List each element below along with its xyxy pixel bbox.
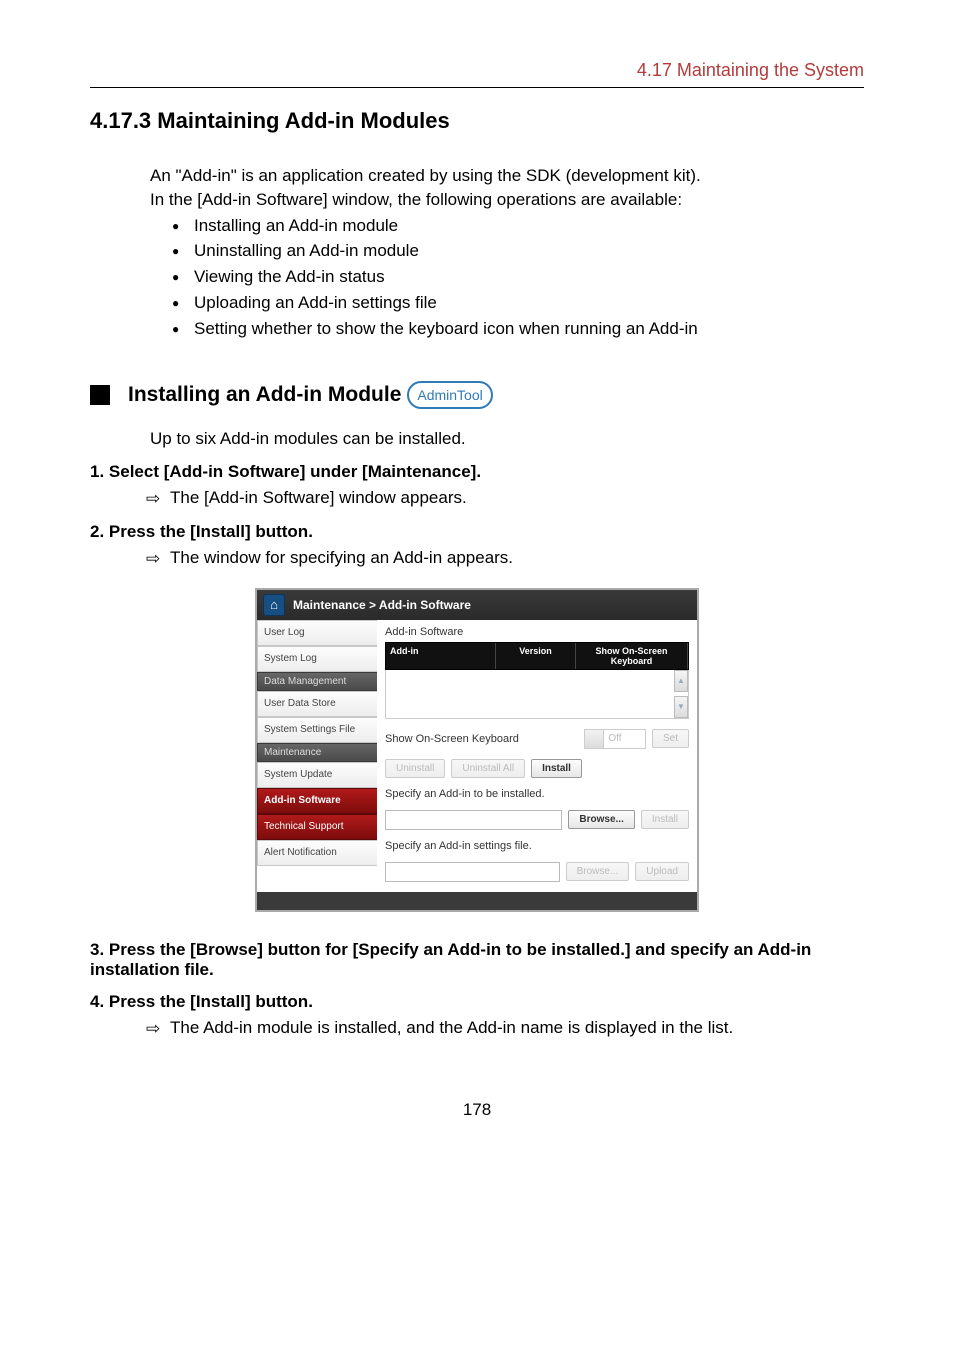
- square-bullet-icon: [90, 385, 110, 405]
- window-footer: [257, 892, 697, 910]
- sidebar: User Log System Log Data Management User…: [257, 620, 377, 892]
- uninstall-button[interactable]: Uninstall: [385, 759, 445, 778]
- bullet-item: Uninstalling an Add-in module: [194, 239, 864, 263]
- pre-steps-text: Up to six Add-in modules can be installe…: [150, 427, 864, 451]
- main-panel: Add-in Software Add-in Version Show On-S…: [377, 620, 697, 892]
- uninstall-all-button[interactable]: Uninstall All: [451, 759, 525, 778]
- sidebar-item-addin-software[interactable]: Add-in Software: [257, 788, 377, 814]
- col-show-keyboard: Show On-Screen Keyboard: [576, 643, 688, 669]
- show-keyboard-state[interactable]: Off: [584, 729, 646, 749]
- sidebar-item-system-update[interactable]: System Update: [257, 762, 377, 788]
- intro-line1: An "Add-in" is an application created by…: [150, 164, 864, 188]
- step-1-title: 1. Select [Add-in Software] under [Maint…: [90, 462, 864, 482]
- step-3-title: 3. Press the [Browse] button for [Specif…: [90, 940, 864, 980]
- sidebar-item-user-log[interactable]: User Log: [257, 620, 377, 646]
- col-addin: Add-in: [386, 643, 496, 669]
- subheading-text: Installing an Add-in Module: [128, 383, 401, 407]
- browse-settings-button[interactable]: Browse...: [566, 862, 630, 881]
- browse-install-button[interactable]: Browse...: [568, 810, 634, 829]
- col-version: Version: [496, 643, 576, 669]
- show-keyboard-label: Show On-Screen Keyboard: [385, 733, 578, 745]
- window-breadcrumb: Maintenance > Add-in Software: [293, 598, 471, 612]
- sidebar-heading-maintenance: Maintenance: [257, 743, 377, 762]
- scroll-up-icon[interactable]: ▲: [674, 670, 688, 692]
- sidebar-item-technical-support[interactable]: Technical Support: [257, 814, 377, 840]
- step-1-result: The [Add-in Software] window appears.: [170, 486, 864, 510]
- set-button[interactable]: Set: [652, 729, 689, 748]
- step-4-title: 4. Press the [Install] button.: [90, 992, 864, 1012]
- step-4-result: The Add-in module is installed, and the …: [170, 1016, 864, 1040]
- subheading-row: Installing an Add-in Module AdminTool: [90, 381, 864, 409]
- bullet-item: Setting whether to show the keyboard ico…: [194, 317, 864, 341]
- install-button[interactable]: Install: [531, 759, 582, 778]
- admintool-tag: AdminTool: [407, 381, 492, 409]
- sidebar-heading-data-management: Data Management: [257, 672, 377, 691]
- bullet-item: Installing an Add-in module: [194, 214, 864, 238]
- step-2-title: 2. Press the [Install] button.: [90, 522, 864, 542]
- sidebar-item-user-data-store[interactable]: User Data Store: [257, 691, 377, 717]
- table-scrollbar[interactable]: ▲ ▼: [674, 670, 688, 718]
- upload-button[interactable]: Upload: [635, 862, 689, 881]
- sidebar-item-system-settings-file[interactable]: System Settings File: [257, 717, 377, 743]
- window-breadcrumb-bar: ⌂ Maintenance > Add-in Software: [257, 590, 697, 620]
- specify-settings-label: Specify an Add-in settings file.: [385, 840, 689, 852]
- page-title: 4.17.3 Maintaining Add-in Modules: [90, 108, 864, 134]
- step-2-result: The window for specifying an Add-in appe…: [170, 546, 864, 570]
- bullet-item: Uploading an Add-in settings file: [194, 291, 864, 315]
- top-rule: [90, 87, 864, 88]
- scroll-down-icon[interactable]: ▼: [674, 696, 688, 718]
- install-file-button[interactable]: Install: [641, 810, 689, 829]
- bullet-item: Viewing the Add-in status: [194, 265, 864, 289]
- addin-table-header: Add-in Version Show On-Screen Keyboard: [385, 642, 689, 670]
- intro-bullets: Installing an Add-in module Uninstalling…: [150, 214, 864, 341]
- addin-software-window: ⌂ Maintenance > Add-in Software User Log…: [255, 588, 699, 912]
- specify-install-label: Specify an Add-in to be installed.: [385, 788, 689, 800]
- sidebar-item-system-log[interactable]: System Log: [257, 646, 377, 672]
- panel-title: Add-in Software: [385, 626, 689, 638]
- intro-line2: In the [Add-in Software] window, the fol…: [150, 188, 864, 212]
- page-number: 178: [90, 1100, 864, 1120]
- settings-path-input[interactable]: [385, 862, 560, 882]
- home-icon[interactable]: ⌂: [263, 594, 285, 616]
- section-crumb: 4.17 Maintaining the System: [90, 60, 864, 81]
- sidebar-item-alert-notification[interactable]: Alert Notification: [257, 840, 377, 866]
- addin-table-body: ▲ ▼: [385, 670, 689, 719]
- install-path-input[interactable]: [385, 810, 562, 830]
